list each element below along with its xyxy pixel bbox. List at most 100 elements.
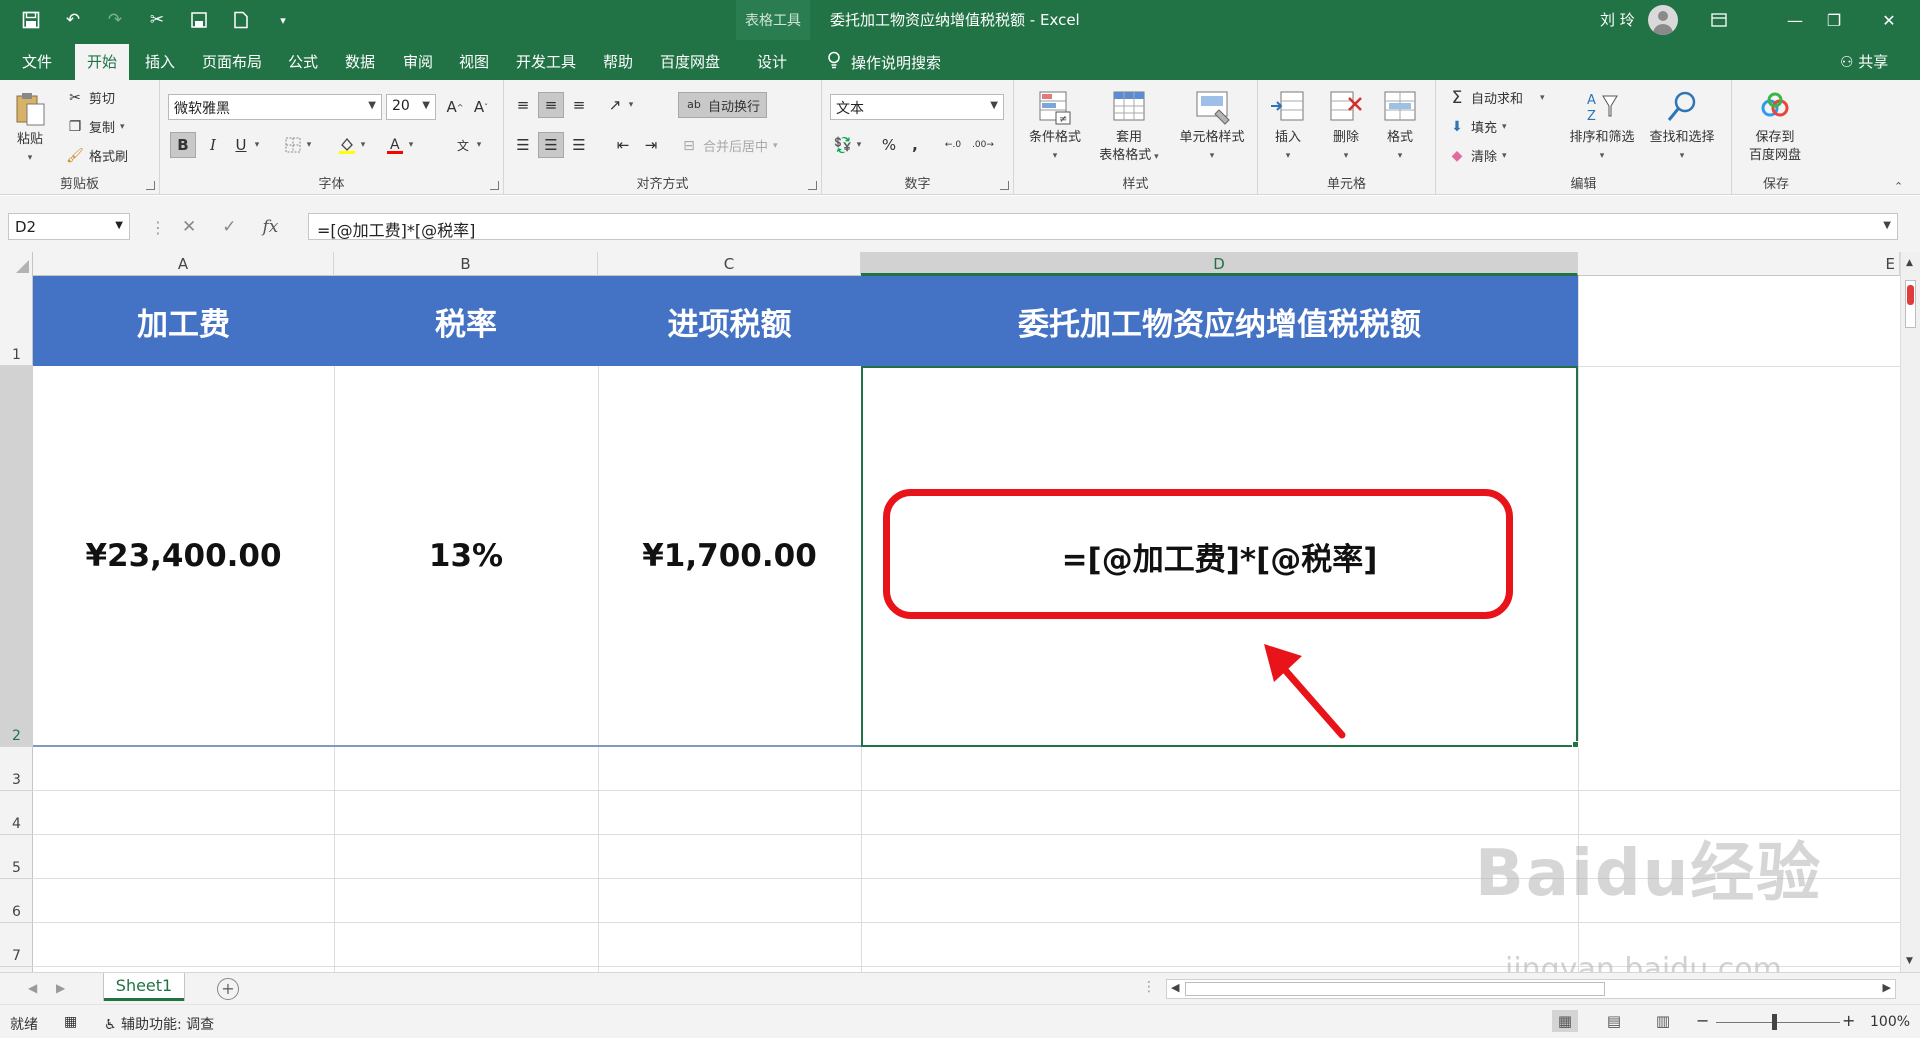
ribbon-display-icon[interactable] xyxy=(1696,0,1742,40)
column-header-a[interactable]: A xyxy=(33,252,334,276)
align-bottom-icon[interactable]: ≡ xyxy=(566,92,592,118)
page-break-view-icon[interactable]: ▥ xyxy=(1650,1010,1676,1032)
tell-me-search[interactable]: 操作说明搜索 xyxy=(827,51,941,73)
row-header-5[interactable]: 5 xyxy=(0,835,33,879)
sort-filter-button[interactable]: AZ 排序和筛选 ▾ xyxy=(1562,88,1642,165)
expand-formula-bar-icon[interactable]: ▼ xyxy=(1883,220,1891,231)
undo-icon[interactable]: ↶ xyxy=(62,9,84,31)
align-center-icon[interactable]: ☰ xyxy=(538,132,564,158)
row-header-4[interactable]: 4 xyxy=(0,791,33,835)
row-header-2[interactable]: 2 xyxy=(0,366,33,747)
confirm-icon[interactable]: ✓ xyxy=(222,217,236,237)
worksheet-grid[interactable]: A B C D E 1 2 3 4 5 6 7 加工费 税率 进项税额 委托加工… xyxy=(0,252,1920,972)
autosum-button[interactable]: Σ 自动求和 ▾ xyxy=(1448,88,1545,108)
select-all-corner[interactable] xyxy=(0,252,33,276)
cell-styles-button[interactable]: 单元格样式 ▾ xyxy=(1170,88,1254,165)
paste-button[interactable]: 粘贴 ▾ xyxy=(2,90,58,167)
column-header-d[interactable]: D xyxy=(861,252,1578,276)
row-header-6[interactable]: 6 xyxy=(0,879,33,923)
phonetic-dropdown-icon[interactable]: ▾ xyxy=(472,132,486,158)
zoom-in-icon[interactable]: + xyxy=(1842,1011,1855,1030)
merge-center-button[interactable]: ⊟ 合并后居中 ▾ xyxy=(680,136,777,156)
zoom-level[interactable]: 100% xyxy=(1870,1014,1910,1030)
underline-dropdown-icon[interactable]: ▾ xyxy=(250,132,264,158)
tab-developer[interactable]: 开发工具 xyxy=(516,51,576,72)
accessibility-status[interactable]: ♿ 辅助功能: 调查 xyxy=(104,1014,214,1034)
customize-qat-icon[interactable]: ▾ xyxy=(272,9,294,31)
insert-cells-button[interactable]: 插入 ▾ xyxy=(1258,88,1318,165)
name-box[interactable]: D2 ▼ xyxy=(8,213,130,240)
fill-color-dropdown-icon[interactable]: ▾ xyxy=(356,132,370,158)
tab-data[interactable]: 数据 xyxy=(345,51,375,72)
font-color-dropdown-icon[interactable]: ▾ xyxy=(404,132,418,158)
delete-cells-button[interactable]: 删除 ▾ xyxy=(1316,88,1376,165)
column-header-e[interactable]: E xyxy=(1578,252,1900,276)
cancel-icon[interactable]: ✕ xyxy=(182,217,196,237)
formula-input[interactable]: =[@加工费]*[@税率] ▼ xyxy=(308,213,1898,240)
clear-button[interactable]: ◆ 清除 ▾ xyxy=(1448,146,1507,166)
increase-indent-icon[interactable]: ⇥ xyxy=(638,132,664,158)
page-layout-view-icon[interactable]: ▤ xyxy=(1601,1010,1627,1032)
font-size-combo[interactable]: 20 ▼ xyxy=(386,94,436,120)
accounting-dropdown-icon[interactable]: ▾ xyxy=(852,132,866,158)
alignment-launcher-icon[interactable] xyxy=(808,181,817,190)
tab-file[interactable]: 文件 xyxy=(22,51,52,72)
tab-insert[interactable]: 插入 xyxy=(145,51,175,72)
decrease-font-icon[interactable]: Aˇ xyxy=(468,94,494,120)
sheet-tab-sheet1[interactable]: Sheet1 xyxy=(104,973,184,1001)
decrease-decimal-icon[interactable]: .00→ xyxy=(970,132,996,158)
redo-icon[interactable]: ↷ xyxy=(104,9,126,31)
conditional-formatting-button[interactable]: ≠ 条件格式 ▾ xyxy=(1020,88,1090,165)
align-middle-icon[interactable]: ≡ xyxy=(538,92,564,118)
row-header-3[interactable]: 3 xyxy=(0,747,33,791)
tab-review[interactable]: 审阅 xyxy=(403,51,433,72)
bold-button[interactable]: B xyxy=(170,132,196,158)
restore-icon[interactable]: ❐ xyxy=(1811,0,1857,40)
avatar[interactable] xyxy=(1648,5,1678,35)
align-top-icon[interactable]: ≡ xyxy=(510,92,536,118)
find-select-button[interactable]: 查找和选择 ▾ xyxy=(1640,88,1724,165)
comma-style-icon[interactable]: , xyxy=(902,132,928,158)
zoom-out-icon[interactable]: − xyxy=(1696,1011,1709,1030)
borders-dropdown-icon[interactable]: ▾ xyxy=(302,132,316,158)
format-painter-button[interactable]: 🖌 格式刷 xyxy=(66,146,128,166)
scroll-down-icon[interactable]: ▼ xyxy=(1906,956,1913,966)
row-header-7[interactable]: 7 xyxy=(0,923,33,967)
fill-handle[interactable] xyxy=(1572,741,1579,748)
cut-button[interactable]: ✂ 剪切 xyxy=(66,88,115,108)
header-cell-vat-payable[interactable]: 委托加工物资应纳增值税税额 xyxy=(861,276,1578,366)
column-header-b[interactable]: B xyxy=(334,252,598,276)
align-right-icon[interactable]: ☰ xyxy=(566,132,592,158)
horizontal-scrollbar[interactable]: ◀ ▶ xyxy=(1166,979,1896,999)
decrease-indent-icon[interactable]: ⇤ xyxy=(610,132,636,158)
font-launcher-icon[interactable] xyxy=(490,181,499,190)
copy-button[interactable]: ❐ 复制 ▾ xyxy=(66,117,125,137)
vertical-scroll-thumb[interactable] xyxy=(1905,280,1916,328)
tab-page-layout[interactable]: 页面布局 xyxy=(202,51,262,72)
tab-scroll-left-icon[interactable]: ◀ xyxy=(28,981,37,995)
fill-button[interactable]: ⬇ 填充 ▾ xyxy=(1448,117,1506,137)
tab-design[interactable]: 设计 xyxy=(757,51,787,72)
share-button[interactable]: ⚇ 共享 xyxy=(1840,51,1888,72)
increase-decimal-icon[interactable]: ←.0 xyxy=(940,132,966,158)
zoom-slider[interactable] xyxy=(1716,1022,1840,1023)
collapse-ribbon-icon[interactable]: ⌃ xyxy=(1894,180,1903,193)
save-as-icon[interactable] xyxy=(188,9,210,31)
tab-view[interactable]: 视图 xyxy=(459,51,489,72)
zoom-slider-thumb[interactable] xyxy=(1772,1014,1777,1030)
save-to-baidu-button[interactable]: 保存到 百度网盘 xyxy=(1740,88,1810,165)
save-icon[interactable] xyxy=(20,9,42,31)
tab-home[interactable]: 开始 xyxy=(75,44,130,80)
tab-split-grip-icon[interactable]: ⋮ xyxy=(1142,979,1156,995)
close-icon[interactable]: ✕ xyxy=(1866,0,1912,40)
format-cells-button[interactable]: 格式 ▾ xyxy=(1370,88,1430,165)
horizontal-scroll-thumb[interactable] xyxy=(1185,982,1605,996)
normal-view-icon[interactable]: ▦ xyxy=(1552,1010,1578,1032)
italic-button[interactable]: I xyxy=(200,132,226,158)
scroll-up-icon[interactable]: ▲ xyxy=(1906,258,1913,268)
orientation-dropdown-icon[interactable]: ▾ xyxy=(624,92,638,118)
tab-formulas[interactable]: 公式 xyxy=(288,51,318,72)
add-sheet-icon[interactable]: + xyxy=(217,978,239,1000)
user-name[interactable]: 刘 玲 xyxy=(1600,9,1635,30)
vertical-scrollbar[interactable]: ▲ ▼ xyxy=(1900,252,1920,972)
